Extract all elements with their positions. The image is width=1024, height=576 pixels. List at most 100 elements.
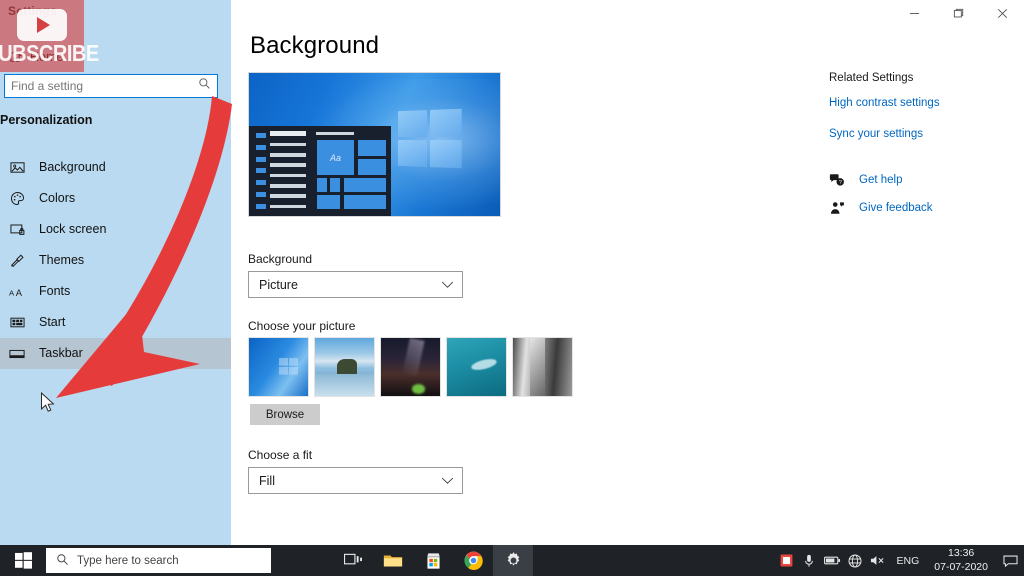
search-input[interactable] [11, 79, 198, 93]
wallpaper-thumb[interactable] [380, 337, 441, 397]
background-field-label: Background [248, 252, 313, 266]
chrome-icon [464, 551, 483, 570]
give-feedback-row[interactable]: Give feedback [829, 201, 1019, 215]
chrome-button[interactable] [453, 545, 493, 576]
sidebar-item-taskbar[interactable]: Taskbar [0, 338, 231, 369]
microsoft-store-button[interactable] [413, 545, 453, 576]
get-help-row[interactable]: ? Get help [829, 173, 1019, 187]
clock[interactable]: 13:36 07-07-2020 [926, 547, 996, 573]
palette-icon [8, 191, 26, 206]
windows-taskbar: Type here to search ENG 13:36 07-07-2020 [0, 545, 1024, 576]
taskbar-search-box[interactable]: Type here to search [46, 548, 271, 573]
search-icon[interactable] [198, 77, 211, 95]
task-view-button[interactable] [333, 545, 373, 576]
sidebar-item-label: Fonts [39, 284, 71, 299]
preview-start-rail [256, 133, 266, 209]
sidebar-item-label: Colors [39, 191, 76, 206]
sidebar-item-start[interactable]: Start [0, 307, 231, 338]
wallpaper-thumbnail-list [248, 337, 573, 397]
preview-tile-aa: Aa [315, 139, 356, 176]
chevron-down-icon [441, 281, 454, 289]
wallpaper-thumb[interactable] [512, 337, 573, 397]
lock-screen-icon [8, 222, 26, 237]
related-settings-heading: Related Settings [829, 72, 914, 84]
svg-text:A: A [9, 288, 15, 297]
microsoft-store-icon [426, 552, 440, 569]
minimize-button[interactable] [892, 0, 936, 26]
sidebar-item-colors[interactable]: Colors [0, 183, 231, 214]
tray-app-red-icon[interactable] [775, 545, 798, 576]
preview-tile-grid: Aa [315, 139, 387, 210]
wallpaper-thumb[interactable] [446, 337, 507, 397]
search-box[interactable] [4, 74, 218, 98]
globe-icon[interactable] [844, 545, 867, 576]
browse-button[interactable]: Browse [250, 404, 320, 425]
related-settings-panel: Related Settings High contrast settings … [829, 72, 1019, 215]
subscribe-watermark: SUBSCRIBE [0, 0, 99, 72]
restore-button[interactable] [936, 0, 980, 26]
file-explorer-icon [383, 555, 403, 567]
svg-text:?: ? [839, 180, 842, 186]
preview-start-applist [270, 131, 306, 210]
task-view-icon [343, 553, 362, 565]
file-explorer-button[interactable] [373, 545, 413, 576]
choose-picture-label: Choose your picture [248, 319, 356, 333]
start-tiles-icon [8, 315, 26, 330]
sidebar-item-label: Taskbar [39, 346, 83, 361]
speaker-muted-icon[interactable] [867, 545, 890, 576]
wallpaper-thumb[interactable] [248, 337, 309, 397]
sidebar-item-fonts[interactable]: AA Fonts [0, 276, 231, 307]
get-help-label: Get help [859, 174, 903, 186]
clock-time: 13:36 [948, 547, 975, 560]
picture-icon [8, 160, 26, 175]
sidebar-item-label: Themes [39, 253, 85, 268]
brush-icon [8, 253, 26, 268]
mouse-pointer [41, 392, 55, 412]
subscribe-text: SUBSCRIBE [0, 40, 99, 67]
microphone-icon[interactable] [798, 545, 821, 576]
get-help-icon: ? [829, 173, 845, 187]
windows-start-icon [14, 552, 32, 569]
page-title: Background [250, 32, 380, 59]
language-indicator[interactable]: ENG [890, 555, 927, 567]
taskbar-icon [8, 347, 26, 361]
sidebar-item-background[interactable]: Background [0, 152, 231, 183]
settings-sidebar: Settings Home Personalization [0, 0, 231, 545]
gear-icon [507, 552, 519, 566]
background-preview: Aa [248, 72, 501, 217]
chevron-down-icon [441, 477, 454, 485]
window-controls [864, 0, 1024, 26]
system-tray: ENG 13:36 07-07-2020 [775, 545, 1024, 576]
close-button[interactable] [980, 0, 1024, 26]
screen: Settings Home Personalization [0, 0, 1024, 576]
preview-start-menu: Aa [249, 125, 391, 216]
give-feedback-icon [829, 201, 845, 215]
sidebar-item-label: Lock screen [39, 222, 107, 237]
battery-icon[interactable] [821, 545, 844, 576]
sidebar-item-lock-screen[interactable]: Lock screen [0, 214, 231, 245]
choose-fit-label: Choose a fit [248, 448, 313, 462]
wallpaper-thumb[interactable] [314, 337, 375, 397]
background-type-dropdown[interactable]: Picture [248, 271, 463, 298]
sidebar-nav-list: Background Colors Lock screen Themes A A… [0, 152, 231, 369]
settings-window: Settings Home Personalization [0, 0, 1024, 545]
sidebar-item-label: Background [39, 160, 106, 175]
sidebar-item-themes[interactable]: Themes [0, 245, 231, 276]
preview-tile-group-header [315, 131, 354, 136]
taskbar-search-placeholder: Type here to search [77, 554, 179, 567]
sync-your-settings-link[interactable]: Sync your settings [829, 128, 1019, 140]
fonts-aa-icon: AA [8, 285, 26, 299]
windows-logo-icon [397, 108, 462, 169]
taskbar-app-buttons [333, 545, 533, 576]
settings-button[interactable] [493, 545, 533, 576]
sidebar-category-label: Personalization [0, 113, 93, 127]
start-button[interactable] [0, 545, 46, 576]
sidebar-item-label: Start [39, 315, 66, 330]
fit-dropdown[interactable]: Fill [248, 467, 463, 494]
give-feedback-label: Give feedback [859, 202, 933, 214]
action-center-icon [1002, 555, 1018, 567]
high-contrast-settings-link[interactable]: High contrast settings [829, 97, 1019, 109]
action-center-button[interactable] [996, 545, 1024, 576]
svg-text:A: A [15, 287, 22, 297]
fit-value: Fill [259, 473, 275, 488]
